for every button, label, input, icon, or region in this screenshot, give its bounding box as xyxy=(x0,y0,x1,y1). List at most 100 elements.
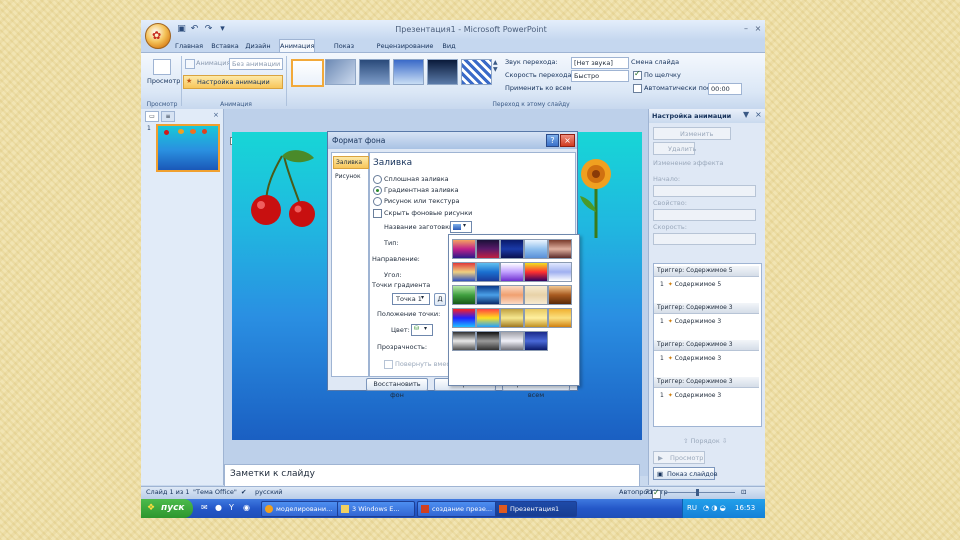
animation-list-item[interactable]: 1 ✦ Содержимое 3 xyxy=(660,316,758,327)
solid-fill-radio[interactable] xyxy=(373,175,382,184)
color-picker[interactable]: ⛁ ▾ xyxy=(411,324,433,336)
task-word[interactable]: создание презе... xyxy=(417,501,499,517)
gradient-preset-swatch[interactable] xyxy=(476,331,500,351)
gradient-preset-swatch[interactable] xyxy=(500,239,524,259)
preview-anim-button[interactable]: ▶ Просмотр xyxy=(653,451,705,464)
gradient-preset-swatch[interactable] xyxy=(452,308,476,328)
undo-icon[interactable]: ↶ xyxy=(189,24,200,35)
animation-list-item[interactable]: 1 ✦ Содержимое 5 xyxy=(660,279,758,290)
transition-cut-thumb[interactable] xyxy=(427,59,458,85)
remove-effect-button[interactable]: Удалить xyxy=(653,142,696,155)
auto-after-checkbox[interactable] xyxy=(633,84,642,93)
gradient-preset-swatch[interactable] xyxy=(476,308,500,328)
gradient-preset-swatch[interactable] xyxy=(452,239,476,259)
pane-menu-icon[interactable]: ▼ xyxy=(743,110,749,119)
animation-select[interactable]: Без анимации xyxy=(229,58,283,70)
task-powerpoint[interactable]: Презентация1 xyxy=(495,501,577,517)
tray-icons[interactable]: ◔ ◑ ◒ xyxy=(703,499,726,518)
office-button[interactable]: ✿ xyxy=(145,23,171,49)
zoom-thumb[interactable] xyxy=(696,489,699,496)
outline-tab[interactable]: ≡ xyxy=(161,111,175,122)
email-icon[interactable]: ✉ xyxy=(201,503,208,512)
fit-window-icon[interactable]: ⊡ xyxy=(741,488,746,496)
slide-thumbnail[interactable] xyxy=(156,124,220,172)
dialog-close-icon[interactable]: × xyxy=(560,134,575,147)
transition-push-thumb[interactable] xyxy=(393,59,424,85)
trigger-header[interactable]: Триггер: Содержимое 5 xyxy=(654,266,759,277)
speed-select[interactable]: Быстро xyxy=(571,70,629,82)
tab-slideshow[interactable]: Показ слайдов xyxy=(319,40,369,62)
gradient-preset-swatch[interactable] xyxy=(500,331,524,351)
zoom-slider[interactable] xyxy=(665,492,735,493)
on-click-checkbox[interactable]: ✓ xyxy=(633,69,642,80)
browser-icon[interactable]: ● xyxy=(215,503,222,512)
trigger-header[interactable]: Триггер: Содержимое 3 xyxy=(654,303,759,314)
rotate-with-shape-checkbox[interactable] xyxy=(384,360,393,369)
gradient-preset-swatch[interactable] xyxy=(452,285,476,305)
gradient-preset-swatch[interactable] xyxy=(452,331,476,351)
trigger-header[interactable]: Триггер: Содержимое 3 xyxy=(654,377,759,388)
reset-background-button[interactable]: Восстановить фон xyxy=(366,378,428,399)
trigger-header[interactable]: Триггер: Содержимое 3 xyxy=(654,340,759,351)
animation-list-item[interactable]: 1 ✦ Содержимое 3 xyxy=(660,353,758,364)
autopreview-checkbox[interactable]: ✓ xyxy=(652,488,661,499)
transition-fade-thumb[interactable] xyxy=(325,59,356,85)
sound-select[interactable]: [Нет звука] xyxy=(571,57,629,69)
yandex-icon[interactable]: Y xyxy=(229,503,234,512)
language-indicator[interactable]: RU xyxy=(687,499,697,518)
gradient-preset-swatch[interactable] xyxy=(524,331,548,351)
tab-animation[interactable]: Анимация xyxy=(279,39,315,53)
customize-qat-icon[interactable]: ▾ xyxy=(217,24,228,35)
redo-icon[interactable]: ↷ xyxy=(203,24,214,35)
tab-review[interactable]: Рецензирование xyxy=(375,40,435,52)
gradient-preset-swatch[interactable] xyxy=(524,239,548,259)
gallery-scroll-icon[interactable]: ▲ ▼ xyxy=(493,59,499,83)
apply-all-button[interactable]: Применить ко всем xyxy=(505,84,572,92)
gradient-fill-radio[interactable] xyxy=(373,186,382,195)
notes-pane[interactable]: Заметки к слайду xyxy=(224,464,640,488)
gradient-preset-swatch[interactable] xyxy=(524,262,548,282)
property-select[interactable] xyxy=(653,209,756,221)
gradient-preset-swatch[interactable] xyxy=(452,262,476,282)
transition-none-thumb[interactable] xyxy=(291,59,324,87)
gradient-preset-swatch[interactable] xyxy=(500,308,524,328)
gradient-preset-swatch[interactable] xyxy=(548,239,572,259)
gradient-preset-swatch[interactable] xyxy=(476,285,500,305)
spellcheck-icon[interactable]: ✔ xyxy=(241,488,246,496)
tab-home[interactable]: Главная xyxy=(175,40,203,52)
gradient-preset-swatch[interactable] xyxy=(500,285,524,305)
gradient-preset-swatch[interactable] xyxy=(524,285,548,305)
task-browser[interactable]: моделировани... xyxy=(261,501,339,517)
nav-fill[interactable]: Заливка xyxy=(333,156,369,169)
slideshow-button[interactable]: ▣ Показ слайдов xyxy=(653,467,718,480)
tab-insert[interactable]: Вставка xyxy=(211,40,239,52)
change-effect-button[interactable]: Изменить xyxy=(653,127,731,140)
start-select[interactable] xyxy=(653,185,756,197)
help-icon[interactable]: ? xyxy=(546,134,559,147)
save-icon[interactable]: ▣ xyxy=(176,24,187,35)
gradient-preset-swatch[interactable] xyxy=(524,308,548,328)
animation-list-item[interactable]: 1 ✦ Содержимое 3 xyxy=(660,390,758,401)
chrome-icon[interactable]: ◉ xyxy=(243,503,250,512)
slides-tab[interactable]: ▭ xyxy=(145,111,159,122)
auto-time-input[interactable]: 00:00 xyxy=(708,83,742,95)
tab-view[interactable]: Вид xyxy=(441,40,457,52)
close-icon[interactable]: × xyxy=(753,24,763,34)
tab-design[interactable]: Дизайн xyxy=(245,40,271,52)
preview-button[interactable]: Просмотр xyxy=(147,77,180,85)
speed-select[interactable] xyxy=(653,233,756,245)
preset-dropdown[interactable]: ▾ xyxy=(450,221,472,233)
gradient-preset-swatch[interactable] xyxy=(548,285,572,305)
add-stop-button[interactable]: Д xyxy=(434,293,446,306)
close-pane-icon[interactable]: × xyxy=(213,111,219,119)
pane-close-icon[interactable]: × xyxy=(755,110,762,119)
custom-animation-button[interactable]: ★ Настройка анимации xyxy=(183,75,283,89)
task-explorer[interactable]: 3 Windows E... xyxy=(337,501,415,517)
start-button[interactable]: ❖ пуск xyxy=(141,499,193,518)
stop-select[interactable]: Точка 1 ▾ xyxy=(392,293,430,305)
transition-dark-thumb[interactable] xyxy=(359,59,390,85)
gradient-preset-swatch[interactable] xyxy=(500,262,524,282)
minimize-icon[interactable]: – xyxy=(741,24,751,34)
gradient-preset-swatch[interactable] xyxy=(476,239,500,259)
gradient-preset-swatch[interactable] xyxy=(548,262,572,282)
